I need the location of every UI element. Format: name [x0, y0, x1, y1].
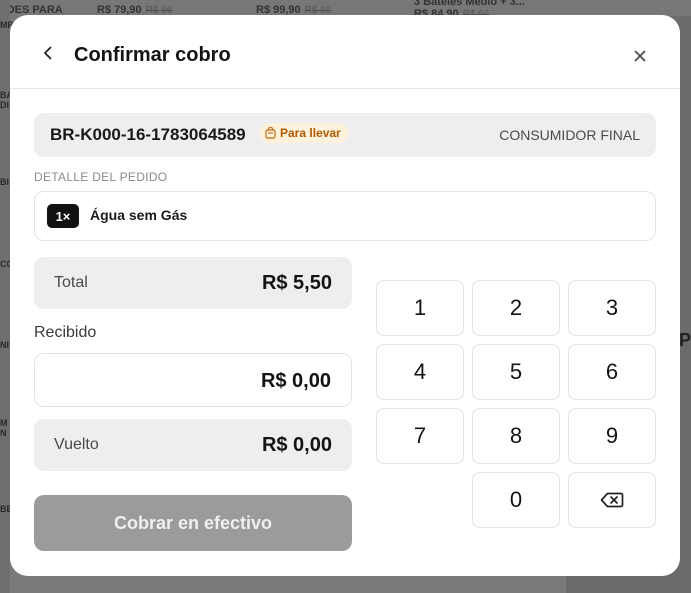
chevron-left-icon: [44, 46, 52, 60]
order-type-label: Para llevar: [280, 126, 341, 140]
background-category: MN: [0, 418, 8, 438]
order-id: BR-K000-16-1783064589: [50, 125, 246, 144]
keypad-key-7[interactable]: 7: [376, 408, 464, 464]
received-label: Recibido: [34, 324, 97, 341]
keypad-backspace-button[interactable]: [568, 472, 656, 528]
item-name: Água sem Gás: [90, 207, 188, 223]
keypad-key-9[interactable]: 9: [568, 408, 656, 464]
close-icon: [634, 50, 646, 62]
background-category-list: MP BA DI BI CO NI MN BE: [0, 0, 14, 593]
list-item: 1× Água sem Gás: [34, 191, 656, 241]
order-type-badge: Para llevar: [259, 123, 349, 143]
keypad-key-8[interactable]: 8: [472, 408, 560, 464]
modal-header: Confirmar cobro: [10, 15, 680, 89]
shopping-bag-icon: [265, 127, 276, 139]
modal-title: Confirmar cobro: [74, 44, 231, 66]
close-button[interactable]: [630, 46, 650, 66]
item-quantity-badge: 1×: [47, 204, 79, 228]
background-category: NI: [0, 340, 9, 350]
charge-cash-button[interactable]: Cobrar en efectivo: [34, 495, 352, 551]
background-product-row: LDES PARA R$ 79,90 R$ 66 R$ 99,90 R$ 66 3 …: [0, 0, 691, 20]
total-value: R$ 5,50: [261, 272, 332, 294]
keypad-key-6[interactable]: 6: [568, 344, 656, 400]
total-row: Total R$ 5,50: [34, 257, 352, 309]
background-cart-text: P: [678, 330, 691, 350]
received-amount-field[interactable]: R$ 0,00: [34, 353, 352, 407]
change-row: Vuelto R$ 0,00: [34, 419, 352, 471]
keypad-key-4[interactable]: 4: [376, 344, 464, 400]
keypad-key-2[interactable]: 2: [472, 280, 560, 336]
received-amount-value: R$ 0,00: [260, 370, 331, 392]
order-detail-heading: DETALLE DEL PEDIDO: [34, 170, 168, 184]
confirm-payment-modal: Confirmar cobro BR-K000-16-1783064589 Pa…: [10, 15, 680, 576]
change-value: R$ 0,00: [261, 434, 332, 456]
order-summary-bar: BR-K000-16-1783064589 Para llevar CONSUM…: [34, 113, 656, 157]
backspace-icon: [600, 492, 624, 508]
keypad-key-1[interactable]: 1: [376, 280, 464, 336]
keypad-key-0[interactable]: 0: [472, 472, 560, 528]
customer-name: CONSUMIDOR FINAL: [499, 127, 640, 143]
background-category: BI: [0, 177, 9, 187]
background-product-3: 3 Bateles Médio + 3...: [414, 0, 525, 8]
keypad-key-5[interactable]: 5: [472, 344, 560, 400]
change-label: Vuelto: [54, 436, 99, 453]
keypad-key-3[interactable]: 3: [568, 280, 656, 336]
total-label: Total: [54, 274, 88, 291]
back-button[interactable]: [38, 43, 58, 63]
